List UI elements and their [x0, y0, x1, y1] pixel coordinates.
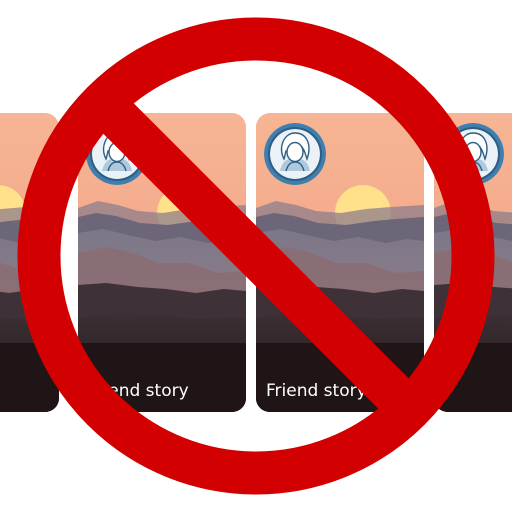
user-avatar-icon: [86, 123, 148, 185]
avatar: [264, 123, 326, 185]
avatar: [442, 123, 504, 185]
story-strip-illustration: Friend story Friend story: [0, 0, 512, 512]
story-strip: Friend story Friend story: [0, 0, 512, 512]
avatar: [86, 123, 148, 185]
user-avatar-icon: [264, 123, 326, 185]
story-caption: Friend story: [266, 381, 367, 401]
story-card: Friend story: [256, 113, 424, 412]
story-card: [0, 113, 59, 412]
landscape-image: [0, 113, 59, 412]
story-card: [434, 113, 512, 412]
user-avatar-icon: [442, 123, 504, 185]
story-caption: Friend story: [88, 381, 189, 401]
story-card: Friend story: [78, 113, 246, 412]
